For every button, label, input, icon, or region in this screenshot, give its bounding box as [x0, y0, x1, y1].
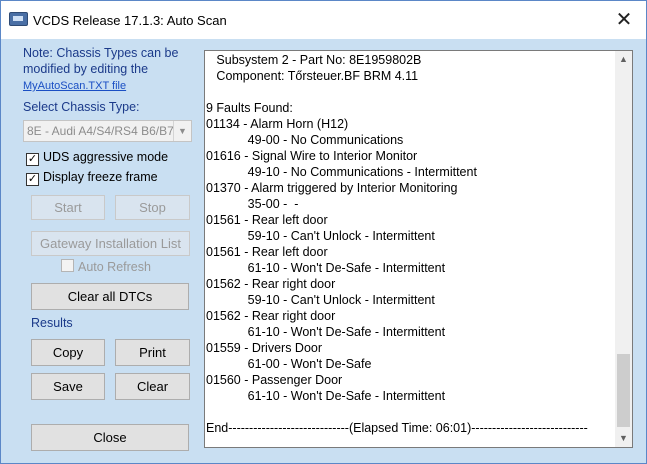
log-line: 01559 - Drivers Door	[206, 341, 323, 355]
chevron-down-icon[interactable]: ▼	[173, 121, 191, 141]
freeze-checkbox-box[interactable]: ✓	[26, 173, 39, 186]
log-line: End-----------------------------(Elapsed…	[206, 421, 588, 435]
log-line: 61-10 - Won't De-Safe - Intermittent	[206, 325, 446, 339]
log-line: 9 Faults Found:	[206, 101, 293, 115]
freeze-frame-checkbox[interactable]: ✓ Display freeze frame	[26, 170, 158, 186]
clear-button[interactable]: Clear	[115, 373, 190, 400]
vcds-app-icon	[9, 12, 28, 26]
log-line: 61-00 - Won't De-Safe	[206, 357, 372, 371]
log-line: 01134 - Alarm Horn (H12)	[206, 117, 349, 131]
scroll-down-icon[interactable]: ▼	[615, 430, 632, 447]
log-line: Subsystem 2 - Part No: 8E1959802B	[206, 53, 422, 67]
log-line: 35-00 - -	[206, 197, 299, 211]
log-scrollbar[interactable]: ▲ ▼	[615, 51, 632, 447]
chassis-type-value: 8E - Audi A4/S4/RS4 B6/B7	[27, 124, 174, 138]
log-text: Subsystem 2 - Part No: 8E1959802B Compon…	[206, 52, 616, 436]
gateway-installation-list-button[interactable]: Gateway Installation List	[31, 231, 190, 256]
window-title: VCDS Release 17.1.3: Auto Scan	[33, 13, 227, 28]
close-button[interactable]: Close	[31, 424, 189, 451]
chassis-note: Note: Chassis Types can be modified by e…	[23, 46, 179, 76]
log-line: 01560 - Passenger Door	[206, 373, 343, 387]
auto-scan-window: VCDS Release 17.1.3: Auto Scan ✕ Note: C…	[0, 0, 647, 464]
clear-all-dtcs-button[interactable]: Clear all DTCs	[31, 283, 189, 310]
log-line: 49-10 - No Communications - Intermittent	[206, 165, 477, 179]
log-line: 59-10 - Can't Unlock - Intermittent	[206, 229, 435, 243]
print-button[interactable]: Print	[115, 339, 190, 366]
scan-results-log[interactable]: Subsystem 2 - Part No: 8E1959802B Compon…	[204, 50, 633, 448]
chassis-type-select[interactable]: 8E - Audi A4/S4/RS4 B6/B7 ▼	[23, 120, 192, 142]
scrollbar-thumb[interactable]	[617, 354, 630, 427]
stop-button[interactable]: Stop	[115, 195, 190, 220]
log-line: 01562 - Rear right door	[206, 277, 336, 291]
save-button[interactable]: Save	[31, 373, 105, 400]
log-line: 01616 - Signal Wire to Interior Monitor	[206, 149, 418, 163]
title-bar[interactable]: VCDS Release 17.1.3: Auto Scan ✕	[1, 1, 646, 39]
scroll-up-icon[interactable]: ▲	[615, 51, 632, 68]
chassis-type-label: Select Chassis Type:	[23, 100, 140, 114]
log-line: 01561 - Rear left door	[206, 213, 328, 227]
log-line: 01562 - Rear right door	[206, 309, 336, 323]
log-line: 01370 - Alarm triggered by Interior Moni…	[206, 181, 458, 195]
log-line: 61-10 - Won't De-Safe - Intermittent	[206, 261, 446, 275]
uds-aggressive-checkbox[interactable]: ✓ UDS aggressive mode	[26, 150, 168, 166]
log-line: Component: Tőrsteuer.BF BRM 4.11	[206, 69, 419, 83]
auto-refresh-checkbox-box[interactable]	[61, 259, 74, 272]
log-line: 49-00 - No Communications	[206, 133, 404, 147]
auto-refresh-checkbox[interactable]: Auto Refresh	[61, 259, 151, 274]
auto-refresh-label: Auto Refresh	[78, 260, 151, 274]
start-button[interactable]: Start	[31, 195, 105, 220]
results-label: Results	[31, 316, 73, 330]
freeze-checkbox-label: Display freeze frame	[43, 170, 158, 184]
copy-button[interactable]: Copy	[31, 339, 105, 366]
log-line: 59-10 - Can't Unlock - Intermittent	[206, 293, 435, 307]
log-line: 61-10 - Won't De-Safe - Intermittent	[206, 389, 446, 403]
log-line: 01561 - Rear left door	[206, 245, 328, 259]
myautoscan-file-link[interactable]: MyAutoScan.TXT file	[23, 80, 126, 92]
uds-checkbox-box[interactable]: ✓	[26, 153, 39, 166]
uds-checkbox-label: UDS aggressive mode	[43, 150, 169, 164]
close-window-icon[interactable]: ✕	[610, 7, 638, 33]
